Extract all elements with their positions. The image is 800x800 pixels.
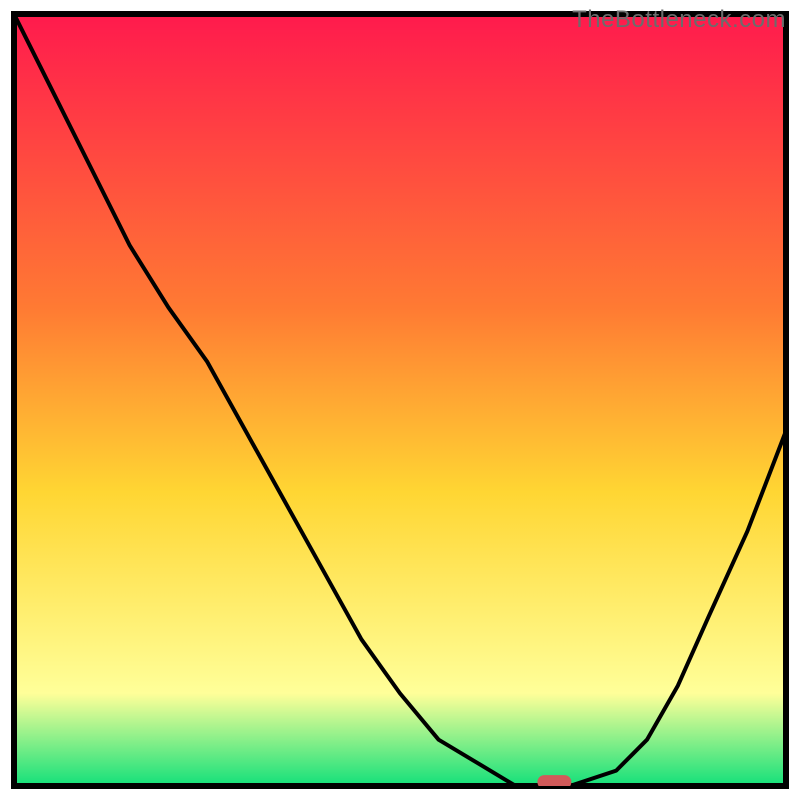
- chart-svg: [10, 10, 790, 790]
- chart-background: [14, 14, 786, 786]
- watermark-text: TheBottleneck.com: [572, 6, 786, 34]
- chart-container: TheBottleneck.com: [0, 0, 800, 800]
- plot-area: [10, 10, 790, 790]
